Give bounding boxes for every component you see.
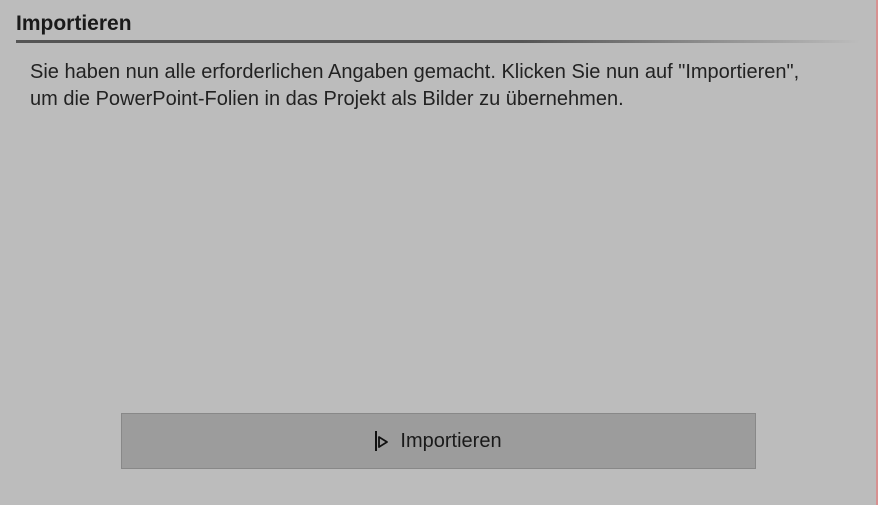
import-button-label: Importieren xyxy=(400,430,501,453)
import-button[interactable]: Importieren xyxy=(121,413,756,469)
page-title: Importieren xyxy=(16,12,860,36)
play-icon xyxy=(374,430,390,452)
description-text: Sie haben nun alle erforderlichen Angabe… xyxy=(16,59,860,113)
divider xyxy=(16,40,860,43)
